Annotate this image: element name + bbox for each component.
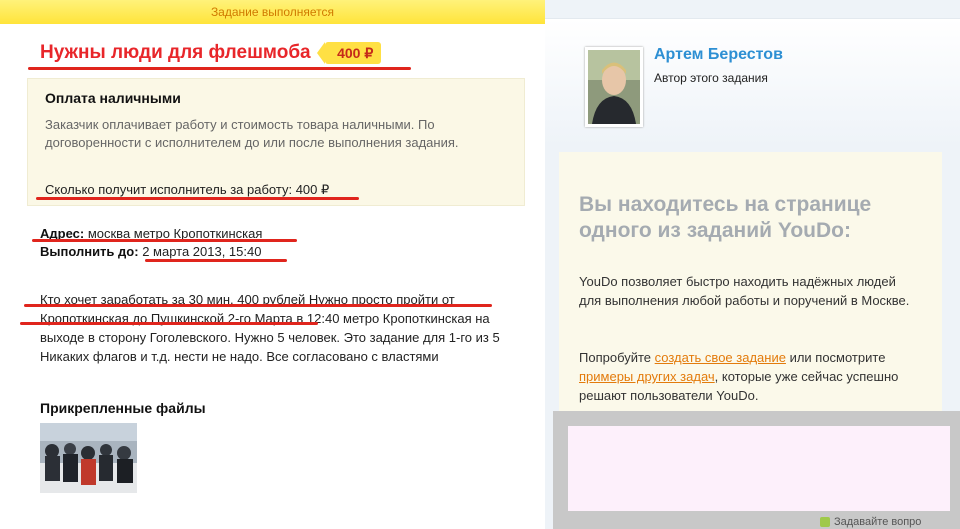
task-panel: Задание выполняется Нужны люди для флешм… bbox=[0, 0, 545, 529]
info-text: YouDo позволяет быстро находить надёжных… bbox=[579, 274, 910, 308]
attached-files-title: Прикрепленные файлы bbox=[40, 400, 206, 416]
status-banner: Задание выполняется bbox=[0, 0, 545, 24]
task-title-row: Нужны люди для флешмоба 400 ₽ bbox=[40, 42, 382, 64]
ask-question-text: Задавайте вопро bbox=[834, 516, 922, 528]
info-text-mid: или посмотрите bbox=[785, 350, 886, 365]
annotation-underline bbox=[36, 197, 359, 200]
overlay-content bbox=[568, 426, 950, 511]
annotation-underline bbox=[28, 67, 411, 70]
deadline-row: Выполнить до: 2 марта 2013, 15:40 bbox=[40, 244, 261, 259]
task-title: Нужны люди для флешмоба bbox=[40, 42, 311, 63]
ask-question-peek[interactable]: Задавайте вопро bbox=[820, 516, 960, 529]
deadline-value: 2 марта 2013, 15:40 bbox=[142, 244, 262, 259]
task-description: Кто хочет заработать за 30 мин. 400 рубл… bbox=[40, 290, 510, 366]
payment-title: Оплата наличными bbox=[45, 90, 181, 106]
payment-description: Заказчик оплачивает работу и стоимость т… bbox=[45, 117, 459, 150]
author-name[interactable]: Артем Берестов bbox=[654, 46, 783, 64]
create-task-link[interactable]: создать свое задание bbox=[655, 350, 786, 365]
deadline-label: Выполнить до: bbox=[40, 244, 139, 259]
annotation-underline bbox=[24, 304, 492, 307]
attachment-photo-icon bbox=[40, 423, 137, 493]
annotation-underline bbox=[20, 322, 318, 325]
price-badge: 400 ₽ bbox=[317, 42, 382, 64]
question-icon bbox=[820, 517, 830, 528]
payment-box: Оплата наличными Заказчик оплачивает раб… bbox=[27, 78, 525, 206]
payment-earnings: Сколько получит исполнитель за работу: 4… bbox=[45, 182, 330, 197]
attachment-thumbnail[interactable] bbox=[40, 423, 137, 493]
example-tasks-link[interactable]: примеры других задач bbox=[579, 369, 715, 384]
info-text-prefix: Попробуйте bbox=[579, 350, 655, 365]
author-avatar[interactable] bbox=[585, 47, 643, 127]
author-role: Автор этого задания bbox=[654, 71, 768, 85]
author-card: Артем Берестов Автор этого задания bbox=[545, 18, 960, 146]
info-text-links: Попробуйте создать свое задание или посм… bbox=[579, 348, 929, 405]
annotation-underline bbox=[32, 239, 297, 242]
youdo-info-box: Вы находитесь на странице одного из зада… bbox=[559, 152, 942, 412]
avatar-photo-icon bbox=[588, 50, 640, 124]
info-title: Вы находитесь на странице одного из зада… bbox=[579, 193, 872, 242]
annotation-underline bbox=[145, 259, 287, 262]
